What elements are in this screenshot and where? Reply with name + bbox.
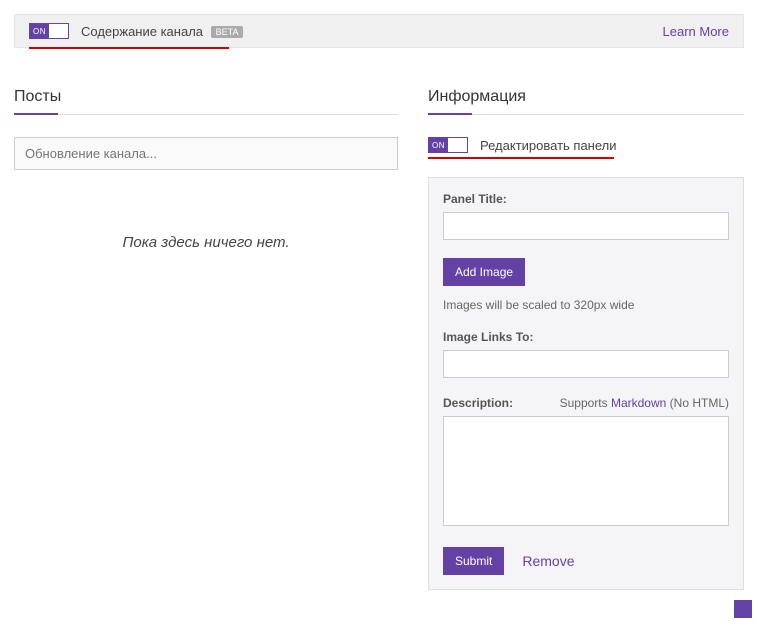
add-image-button[interactable]: Add Image bbox=[443, 258, 525, 286]
corner-widget[interactable] bbox=[734, 600, 752, 618]
info-heading: Информация bbox=[428, 88, 744, 115]
edit-panels-row: ON Редактировать панели bbox=[428, 137, 744, 159]
edit-panels-toggle[interactable]: ON bbox=[428, 137, 468, 153]
description-label: Description: bbox=[443, 396, 513, 410]
image-link-input[interactable] bbox=[443, 350, 729, 378]
markdown-link[interactable]: Markdown bbox=[611, 396, 666, 410]
top-bar-underline bbox=[29, 47, 229, 49]
edit-panels-label: Редактировать панели bbox=[480, 138, 617, 153]
submit-button[interactable]: Submit bbox=[443, 547, 504, 575]
add-image-group: Add Image Images will be scaled to 320px… bbox=[443, 258, 729, 312]
markdown-note: Supports Markdown (No HTML) bbox=[560, 396, 729, 410]
channel-content-toggle[interactable]: ON bbox=[29, 23, 69, 39]
post-update-input[interactable] bbox=[14, 137, 398, 170]
form-actions: Submit Remove bbox=[443, 547, 729, 575]
remove-link[interactable]: Remove bbox=[522, 553, 574, 569]
channel-content-text: Содержание канала bbox=[81, 24, 203, 39]
posts-title: Посты bbox=[14, 88, 398, 114]
panel-form: Panel Title: Add Image Images will be sc… bbox=[428, 177, 744, 590]
posts-heading: Посты bbox=[14, 88, 398, 115]
edit-panels-underline bbox=[428, 157, 614, 159]
info-divider bbox=[428, 114, 744, 115]
description-head: Description: Supports Markdown (No HTML) bbox=[443, 396, 729, 410]
posts-accent bbox=[14, 113, 58, 115]
panel-title-input[interactable] bbox=[443, 212, 729, 240]
posts-empty-message: Пока здесь ничего нет. bbox=[14, 234, 398, 251]
info-column: Информация ON Редактировать панели Panel… bbox=[428, 88, 744, 590]
panel-title-group: Panel Title: bbox=[443, 192, 729, 240]
supports-prefix: Supports bbox=[560, 396, 611, 410]
edit-toggle-off-part bbox=[448, 138, 467, 152]
panel-title-label: Panel Title: bbox=[443, 192, 729, 206]
image-scale-hint: Images will be scaled to 320px wide bbox=[443, 298, 729, 312]
info-accent bbox=[428, 113, 472, 115]
image-link-label: Image Links To: bbox=[443, 330, 729, 344]
info-title: Информация bbox=[428, 88, 744, 114]
no-html-text: (No HTML) bbox=[666, 396, 729, 410]
edit-toggle-on-label: ON bbox=[429, 138, 448, 152]
description-textarea[interactable] bbox=[443, 416, 729, 526]
posts-column: Посты Пока здесь ничего нет. bbox=[14, 88, 398, 590]
channel-content-label: Содержание канала BETA bbox=[81, 24, 243, 39]
posts-divider bbox=[14, 114, 398, 115]
description-group: Description: Supports Markdown (No HTML) bbox=[443, 396, 729, 529]
beta-badge: BETA bbox=[211, 26, 244, 38]
toggle-off-part bbox=[49, 24, 68, 38]
learn-more-link[interactable]: Learn More bbox=[663, 24, 729, 39]
channel-content-bar: ON Содержание канала BETA Learn More bbox=[14, 14, 744, 48]
toggle-on-label: ON bbox=[30, 24, 49, 38]
image-link-group: Image Links To: bbox=[443, 330, 729, 378]
